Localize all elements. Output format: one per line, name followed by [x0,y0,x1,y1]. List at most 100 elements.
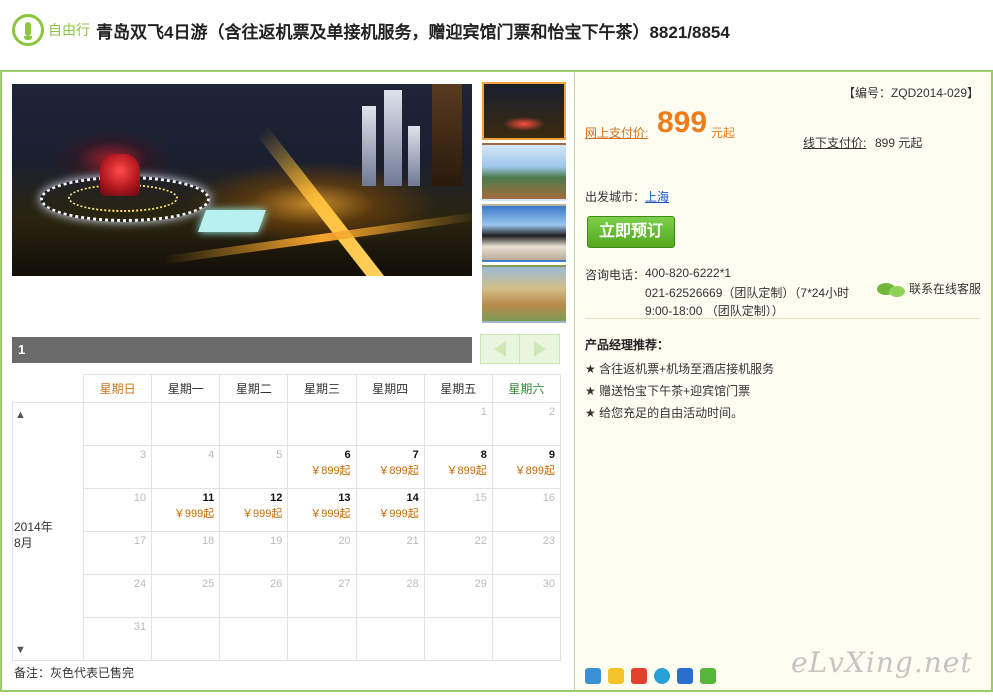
weekday-header: 星期二 [219,374,289,403]
recommend-item: ★ 给您充足的自由活动时间。 [585,406,744,420]
day-number: 28 [406,578,419,590]
day-number: 7 [412,449,419,461]
share-plus-icon[interactable] [585,668,601,684]
day-number: 29 [474,578,487,590]
calendar-day-cell[interactable]: 14 ￥999起 [355,488,425,532]
thumbnail-strip [482,82,568,326]
calendar-day-cell: 31 [82,617,153,661]
day-number: 20 [338,535,351,547]
day-number: 13 [338,492,351,504]
qzone-star-icon[interactable] [608,668,624,684]
calendar-day-cell [355,617,425,661]
day-number: 17 [133,535,147,547]
online-service-label: 联系在线客服 [909,282,982,296]
header: 自由行 青岛双飞4日游（含往返机票及单接机服务，赠迎宾馆门票和怡宝下午茶）882… [0,0,993,70]
recommend-badge-icon [12,14,44,46]
calendar-day-cell: 3 [82,445,153,489]
calendar-week-row: ▲ 2014年 8月 ▼ 1 2 [12,402,562,661]
weekday-header: 星期一 [151,374,221,403]
online-service-link[interactable]: 联系在线客服 [877,280,981,297]
phone-number-2: 021-62526669（团队定制）（7*24小时 [645,286,850,300]
day-price: ￥999起 [173,508,215,520]
next-month-icon[interactable]: ▼ [15,644,26,656]
calendar-day-cell [423,617,493,661]
calendar-week-row: 31 [13,617,562,661]
calendar-day-cell: 29 [423,574,493,618]
prev-button[interactable] [481,335,520,363]
calendar-day-cell: 28 [355,574,425,618]
next-button[interactable] [520,335,559,363]
calendar-week-row: 24 25 26 27 28 29 30 [13,574,562,618]
day-price: ￥999起 [242,508,283,520]
phone-label: 咨询电话： [585,268,646,282]
calendar-day-cell: 26 [219,574,289,618]
calendar-day-cell[interactable]: 7 ￥899起 [355,445,425,489]
qq-icon[interactable] [654,668,670,684]
day-price: ￥999起 [378,508,419,520]
thumbnail-2[interactable] [482,143,566,201]
day-price: ￥899起 [514,465,555,477]
calendar-day-cell: 23 [491,531,562,575]
calendar-day-cell: 4 [151,445,221,489]
gallery-calendar-pane: 1 星期日 星期一 星期二 星期三 星期四 星期五 星期六 ▲ 2014年 8月… [2,72,574,690]
calendar-day-cell: 27 [287,574,357,618]
thumbnail-1[interactable] [482,82,566,140]
calendar-day-cell [355,402,425,446]
renren-icon[interactable] [677,668,693,684]
booking-info-pane: 【编号：ZQD2014-029】 网上支付价: 899 元起 线下支付价: 89… [574,72,991,690]
thumbnail-3[interactable] [482,204,566,262]
day-number: 22 [474,535,487,547]
offline-price-label[interactable]: 线下支付价: [803,134,866,151]
day-number: 19 [270,535,283,547]
phone-number-1: 400-820-6222*1 [645,266,732,280]
weibo-icon[interactable] [631,668,647,684]
day-number: 25 [202,578,215,590]
departure-city-link[interactable]: 上海 [645,188,669,205]
wechat-icon[interactable] [700,668,716,684]
product-panel: 1 星期日 星期一 星期二 星期三 星期四 星期五 星期六 ▲ 2014年 8月… [0,70,993,692]
day-number: 26 [270,578,283,590]
chat-bubbles-icon [877,281,907,297]
day-number: 23 [542,535,555,547]
day-price: ￥899起 [378,465,419,477]
calendar-day-cell[interactable]: 8 ￥899起 [423,445,493,489]
phone-hours: 9:00-18:00 （团队定制）） [645,304,784,318]
calendar-day-cell: 2 [491,402,562,446]
weekday-header: 星期四 [355,374,425,403]
page-title: 青岛双飞4日游（含往返机票及单接机服务，赠迎宾馆门票和怡宝下午茶）8821/88… [96,23,730,42]
calendar-day-cell [287,402,357,446]
calendar-day-cell[interactable]: 11 ￥999起 [151,488,221,532]
calendar-day-cell [491,617,562,661]
calendar-week-row: 3 4 5 6 ￥899起 7 ￥899起 8 ￥899起 9 ￥899起 [13,445,562,489]
calendar-day-cell [219,617,289,661]
product-type-tag: 自由行 [12,14,90,46]
thumbnail-4[interactable] [482,265,566,323]
calendar-day-cell[interactable]: 9 ￥899起 [491,445,562,489]
product-type-label: 自由行 [48,22,90,38]
calendar-day-cell[interactable]: 6 ￥899起 [287,445,357,489]
calendar-day-cell: 24 [82,574,153,618]
day-price: ￥999起 [310,508,351,520]
prev-month-icon[interactable]: ▲ [15,409,26,421]
calendar-day-cell[interactable]: 13 ￥999起 [287,488,357,532]
day-number: 9 [548,449,555,461]
day-price: ￥899起 [310,465,351,477]
day-number: 4 [208,449,215,461]
calendar-day-cell[interactable]: 12 ￥999起 [219,488,289,532]
main-photo[interactable] [12,84,472,276]
recommend-title: 产品经理推荐： [585,338,670,352]
calendar-day-cell: 1 [423,402,493,446]
recommend-list: ★ 含往返机票+机场至酒店接机服务 ★ 赠送怡宝下午茶+迎宾馆门票 ★ 给您充足… [585,358,774,424]
departure-city-label: 出发城市： [585,190,646,204]
day-number: 30 [542,578,555,590]
book-now-button[interactable]: 立即预订 [587,216,675,248]
online-price: 899 [657,106,708,139]
online-price-label[interactable]: 网上支付价: [585,124,648,141]
calendar-day-cell: 10 [82,488,153,532]
calendar-day-cell [82,402,153,446]
arrow-left-icon [494,341,506,357]
day-number: 18 [202,535,215,547]
weekday-header: 星期三 [287,374,357,403]
weekday-header: 星期六 [491,374,562,403]
calendar-day-cell: 16 [491,488,562,532]
